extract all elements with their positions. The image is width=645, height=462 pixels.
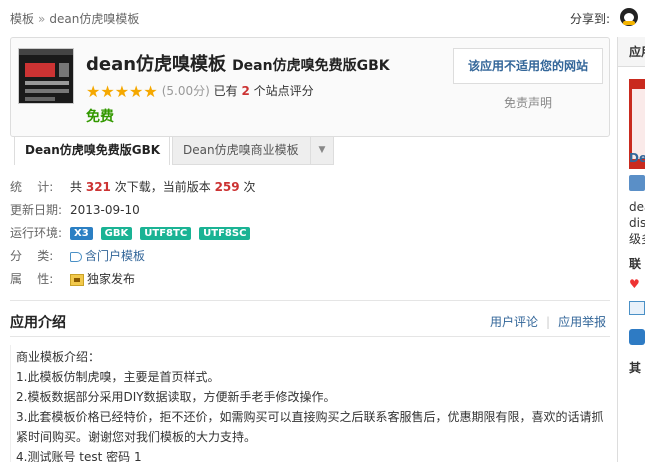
report-link[interactable]: 应用举报 (558, 315, 606, 329)
disclaimer-link[interactable]: 免责声明 (453, 94, 603, 111)
developer-info-line: disc (629, 216, 645, 230)
grid-icon[interactable] (629, 301, 645, 315)
download-count: 321 (85, 180, 111, 194)
environment-label: 运行环境: (10, 226, 63, 240)
env-badge-utf8sc: UTF8SC (199, 227, 251, 240)
app-thumbnail[interactable] (18, 48, 74, 104)
stats-row: 统 计: 共 321 次下载，当前版本 259 次 (10, 178, 255, 195)
breadcrumb-current[interactable]: dean仿虎嗅模板 (49, 12, 139, 26)
intro-links: 用户评论 | 应用举报 (490, 315, 607, 329)
description-line: 1.此模板仿制虎嗅，主要是首页样式。 (16, 370, 220, 384)
other-section-title: 其 (629, 361, 642, 375)
contact-section-title: 联 (629, 257, 642, 271)
description-line: 3.此套模板价格已经特价，拒不还价，如需购买可以直接购买之后联系客服售后，优惠期… (16, 410, 604, 444)
category-label: 分 类: (10, 249, 54, 263)
user-comments-link[interactable]: 用户评论 (490, 315, 538, 329)
rating-count: 2 (241, 84, 250, 98)
sidebar-header: 应用 (618, 37, 645, 67)
share-label: 分享到: (570, 12, 611, 26)
tab-free-version[interactable]: Dean仿虎嗅免费版GBK (14, 137, 170, 165)
heart-icon[interactable]: ♥ (629, 278, 641, 290)
rating-suffix: 个站点评分 (253, 84, 314, 98)
breadcrumb-root-link[interactable]: 模板 (10, 12, 34, 26)
star-rating-icon: ★★★★★ (86, 82, 158, 101)
breadcrumb: 模板 » dean仿虎嗅模板 (10, 10, 139, 27)
qq-icon[interactable] (620, 8, 638, 26)
tag-icon (70, 251, 82, 262)
rating-prefix: 已有 (213, 84, 238, 98)
developer-info-line: 级多 (629, 232, 645, 246)
rating-score: (5.00分) (161, 84, 210, 98)
stats-middle: 次下载，当前版本 (114, 180, 211, 194)
update-date-value: 2013-09-10 (70, 203, 140, 217)
intro-description: 商业模板介绍： 1.此模板仿制虎嗅，主要是首页样式。 2.模板数据部分采用DIY… (10, 345, 610, 462)
update-date-row: 更新日期: 2013-09-10 (10, 201, 140, 218)
env-badge-utf8tc: UTF8TC (140, 227, 192, 240)
rating-row: ★★★★★ (5.00分) 已有 2 个站点评分 (86, 82, 314, 101)
attribute-label: 属 性: (10, 272, 54, 286)
stats-suffix: 次 (243, 180, 256, 194)
env-badge-x3: X3 (70, 227, 93, 240)
environment-row: 运行环境: X3 GBK UTF8TC UTF8SC (10, 224, 258, 241)
stats-prefix: 共 (70, 180, 83, 194)
developer-info: dea disc 级多 (629, 199, 645, 247)
description-line: 商业模板介绍： (16, 350, 101, 364)
exclusive-icon (70, 273, 84, 286)
right-sidebar: 应用 De dea disc 级多 联 ♥ 其 (617, 37, 645, 462)
divider (10, 300, 610, 301)
stats-label: 统 计: (10, 180, 54, 194)
app-name: dean仿虎嗅模板 (86, 54, 227, 75)
price-label: 免费 (86, 109, 114, 125)
update-date-label: 更新日期: (10, 203, 63, 217)
divider (10, 336, 610, 337)
app-subtitle: Dean仿虎嗅免费版GBK (232, 58, 390, 74)
version-download-count: 259 (214, 180, 240, 194)
developer-info-line: dea (629, 200, 645, 214)
description-line: 2.模板数据部分采用DIY数据读取，方便新手老手修改操作。 (16, 390, 336, 404)
intro-title: 应用介绍 (10, 315, 66, 331)
description-line: 4.测试账号 test 密码 1 (16, 450, 142, 462)
attribute-row: 属 性: 独家发布 (10, 270, 135, 287)
tab-commercial-version[interactable]: Dean仿虎嗅商业模板 (172, 137, 316, 165)
developer-link[interactable]: De (629, 151, 645, 165)
not-fit-button[interactable]: 该应用不适用您的网站 (453, 48, 603, 84)
category-row: 分 类: 含门户模板 (10, 247, 145, 264)
avatar-icon (629, 175, 645, 191)
app-title: dean仿虎嗅模板 Dean仿虎嗅免费版GBK (86, 50, 390, 76)
attribute-value: 独家发布 (87, 272, 136, 286)
env-badge-gbk: GBK (100, 227, 133, 240)
paypal-icon[interactable] (629, 329, 645, 345)
breadcrumb-separator: » (38, 12, 46, 26)
category-link[interactable]: 含门户模板 (85, 249, 145, 263)
tabs-more-chevron-down-icon[interactable]: ▼ (310, 137, 334, 165)
app-card: dean仿虎嗅模板 Dean仿虎嗅免费版GBK ★★★★★ (5.00分) 已有 2… (10, 37, 610, 137)
